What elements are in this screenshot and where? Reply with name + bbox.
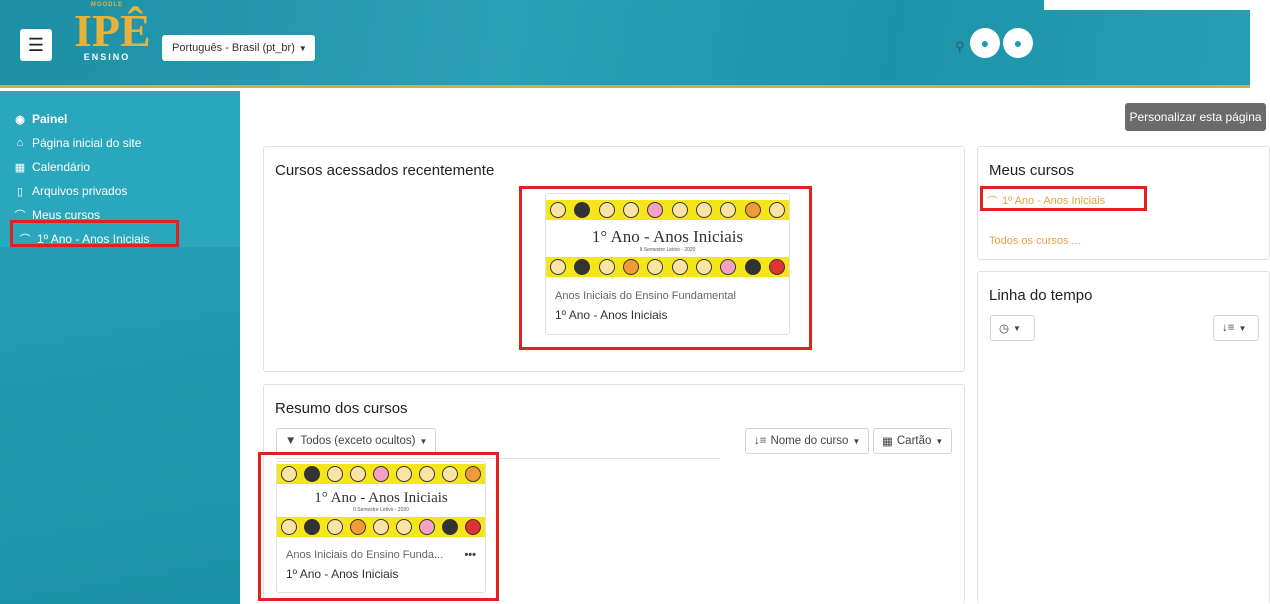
view-dropdown[interactable]: ▦ Cartão ▼ — [873, 428, 953, 454]
hamburger-menu-button[interactable]: ☰ — [20, 29, 52, 61]
course-image-faces-top — [546, 200, 789, 220]
course-category: Anos Iniciais do Ensino Funda... — [286, 549, 444, 561]
bell-icon: ● — [980, 35, 990, 51]
filter-label: Todos (exceto ocultos) — [300, 435, 416, 447]
chat-bubble-icon: ● — [1013, 35, 1023, 51]
graduation-cap-icon: ⌒ — [14, 210, 26, 222]
divider — [276, 458, 720, 459]
sort-dropdown[interactable]: ↓≡ Nome do curso ▼ — [745, 428, 870, 454]
sidebar-item-label: 1º Ano - Anos Iniciais — [37, 232, 150, 246]
caret-down-icon: ▼ — [298, 43, 307, 53]
sidebar-item-home[interactable]: ⌂ Página inicial do site — [0, 131, 240, 155]
my-courses-block: Meus cursos ⌒ 1º Ano - Anos Iniciais Tod… — [977, 146, 1270, 260]
sidebar-item-calendar[interactable]: ▦ Calendário — [0, 155, 240, 179]
filter-dropdown[interactable]: ▼ Todos (exceto ocultos) ▼ — [276, 428, 437, 454]
dashboard-icon: ◉ — [15, 113, 25, 126]
messages-button[interactable]: ● — [1003, 28, 1033, 58]
course-name[interactable]: 1º Ano - Anos Iniciais — [277, 561, 485, 581]
search-icon[interactable]: ⚲ — [955, 39, 965, 55]
course-image-faces-top — [277, 464, 485, 484]
sort-icon: ↓≡ — [754, 435, 767, 447]
sidebar: ◉ Painel ⌂ Página inicial do site ▦ Cale… — [0, 91, 240, 604]
logo-main-text: IPÊ — [74, 5, 151, 56]
course-overview-block: Resumo dos cursos ▼ Todos (exceto oculto… — [263, 384, 965, 604]
sidebar-item-label: Painel — [32, 112, 68, 126]
course-image-faces-bottom — [277, 517, 485, 537]
block-title: Meus cursos — [989, 162, 1075, 179]
caret-down-icon: ▼ — [1238, 323, 1247, 333]
course-card[interactable]: 1° Ano - Anos Iniciais II Semestre Letiv… — [276, 461, 486, 593]
timeline-sort-dropdown[interactable]: ↓≡ ▼ — [1213, 315, 1259, 341]
notifications-button[interactable]: ● — [970, 28, 1000, 58]
more-actions-icon[interactable]: ••• — [464, 549, 476, 561]
sort-icon: ↓≡ — [1222, 322, 1235, 334]
course-name[interactable]: 1º Ano - Anos Iniciais — [546, 302, 789, 322]
timeline-filter-dropdown[interactable]: ◷ ▼ — [990, 315, 1035, 341]
home-icon: ⌂ — [16, 137, 24, 149]
clock-icon: ◷ — [999, 323, 1010, 335]
all-courses-link[interactable]: Todos os cursos ... — [989, 235, 1081, 247]
navbar: ☰ MOODLE IPÊ ENSINO Português - Brasil (… — [0, 0, 1270, 88]
navbar-edge-right — [1250, 0, 1270, 88]
graduation-cap-icon: ⌒ — [19, 234, 31, 246]
caret-down-icon: ▼ — [852, 436, 861, 446]
course-card[interactable]: 1° Ano - Anos Iniciais II Semestre Letiv… — [545, 193, 790, 335]
sidebar-item-label: Meus cursos — [32, 208, 101, 222]
customize-page-button[interactable]: Personalizar esta página — [1125, 103, 1266, 131]
course-image[interactable]: 1° Ano - Anos Iniciais II Semestre Letiv… — [277, 462, 485, 542]
course-image[interactable]: 1° Ano - Anos Iniciais II Semestre Letiv… — [546, 194, 789, 282]
site-logo[interactable]: MOODLE IPÊ ENSINO — [74, 2, 151, 80]
file-icon: ▯ — [16, 185, 24, 198]
course-image-subtitle: II Semestre Letivo - 2020 — [639, 247, 696, 253]
timeline-block: Linha do tempo ◷ ▼ ↓≡ ▼ — [977, 271, 1270, 604]
course-image-faces-bottom — [546, 257, 789, 277]
sidebar-item-label: Página inicial do site — [32, 136, 142, 150]
course-image-subtitle: II Semestre Letivo - 2020 — [353, 507, 409, 513]
sidebar-item-painel[interactable]: ◉ Painel — [0, 107, 240, 131]
block-title: Cursos acessados recentemente — [275, 162, 495, 179]
caret-down-icon: ▼ — [419, 436, 428, 446]
course-card-footer: Anos Iniciais do Ensino Funda... ••• — [277, 542, 485, 561]
logo-sub-text: ENSINO — [83, 52, 131, 62]
grid-icon: ▦ — [882, 436, 893, 448]
hamburger-icon: ☰ — [27, 34, 45, 55]
view-label: Cartão — [896, 435, 932, 447]
sidebar-item-label: Arquivos privados — [32, 184, 128, 198]
language-label: Português - Brasil (pt_br) — [172, 42, 295, 54]
recent-courses-block: Cursos acessados recentemente 1° Ano - A… — [263, 146, 965, 372]
block-title: Linha do tempo — [989, 287, 1093, 304]
sidebar-item-label: Calendário — [32, 160, 91, 174]
sort-label: Nome do curso — [770, 435, 849, 447]
course-category: Anos Iniciais do Ensino Fundamental — [555, 290, 736, 302]
sidebar-nav: ◉ Painel ⌂ Página inicial do site ▦ Cale… — [0, 91, 240, 247]
caret-down-icon: ▼ — [935, 436, 944, 446]
course-image-title: 1° Ano - Anos Iniciais — [591, 227, 744, 246]
sidebar-item-course-1ano[interactable]: ⌒ 1º Ano - Anos Iniciais — [0, 227, 240, 251]
sidebar-item-private-files[interactable]: ▯ Arquivos privados — [0, 179, 240, 203]
calendar-icon: ▦ — [14, 161, 26, 174]
course-image-title: 1° Ano - Anos Iniciais — [314, 490, 448, 506]
sidebar-item-my-courses[interactable]: ⌒ Meus cursos — [0, 203, 240, 227]
filter-icon: ▼ — [285, 435, 297, 447]
graduation-cap-icon: ⌒ — [987, 196, 998, 208]
language-selector[interactable]: Português - Brasil (pt_br) ▼ — [162, 35, 315, 61]
my-course-link[interactable]: ⌒ 1º Ano - Anos Iniciais — [987, 193, 1105, 209]
navbar-edge — [1044, 0, 1270, 10]
caret-down-icon: ▼ — [1013, 323, 1021, 333]
block-title: Resumo dos cursos — [275, 400, 408, 417]
my-course-label: 1º Ano - Anos Iniciais — [1002, 195, 1106, 207]
